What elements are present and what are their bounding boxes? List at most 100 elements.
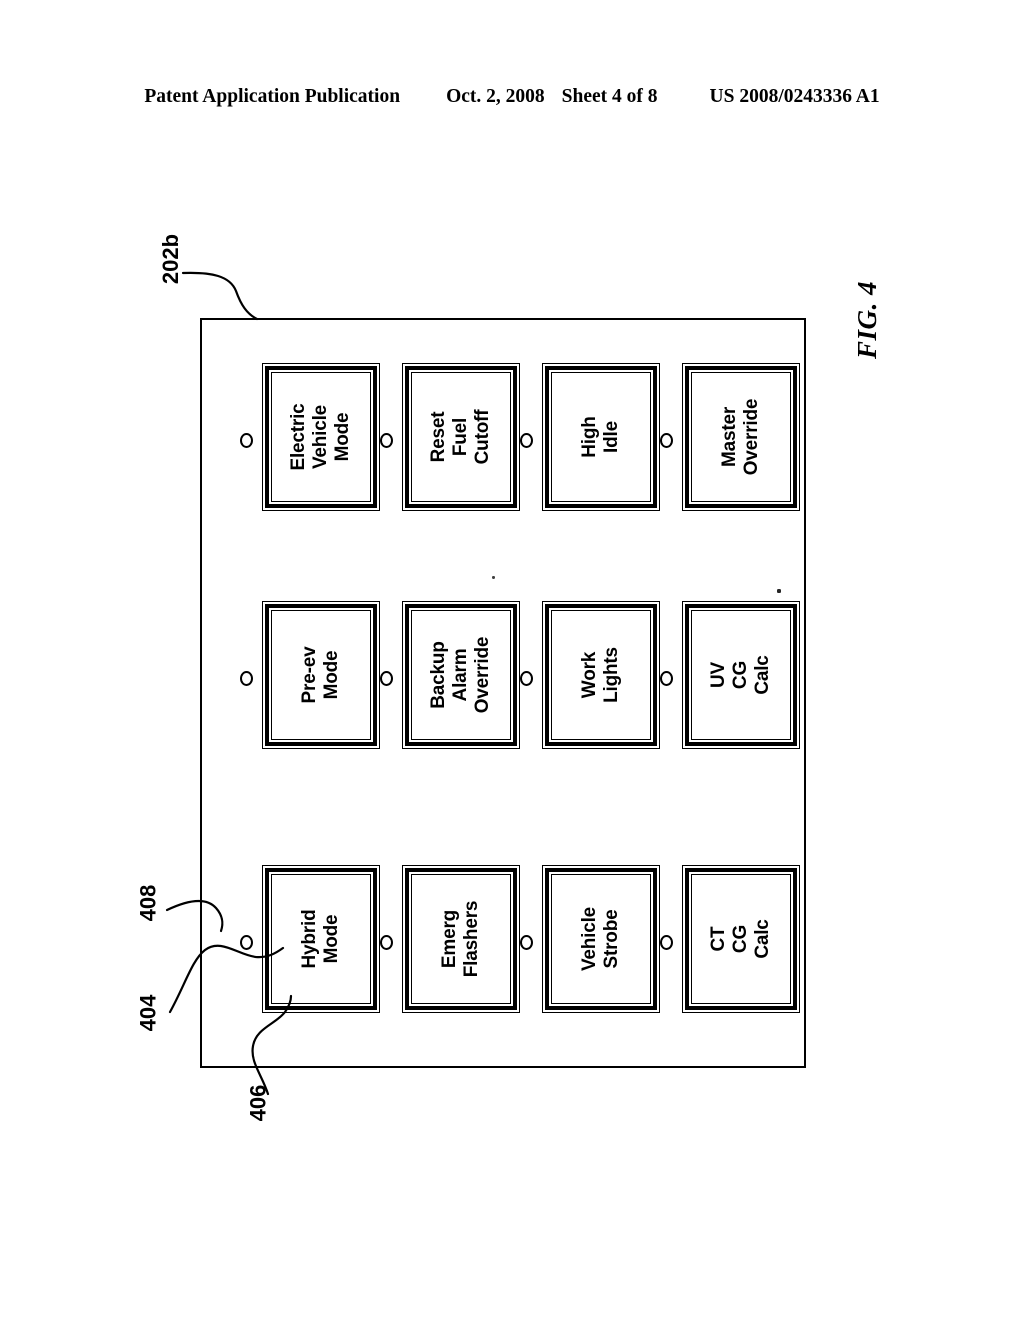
button-face[interactable]: Work Lights <box>552 611 650 739</box>
led-indicator-icon <box>520 935 533 950</box>
button-label: Work Lights <box>552 611 650 739</box>
button-label-line: Reset <box>428 411 449 463</box>
button-inner-frame: CT CG Calc <box>691 874 791 1004</box>
button-face[interactable]: High Idle <box>552 373 650 501</box>
button-label: UV CG Calc <box>692 611 790 739</box>
button-label-line: Override <box>472 636 493 714</box>
button-label-line: Vehicle <box>579 906 600 972</box>
button-pre-ev-mode[interactable]: Pre-ev Mode <box>218 598 380 758</box>
button-face[interactable]: UV CG Calc <box>692 611 790 739</box>
button-face[interactable]: Reset Fuel Cutoff <box>412 373 510 501</box>
button-label-line: CG <box>730 660 751 690</box>
button-label-line: Vehicle <box>310 404 331 470</box>
button-label-line: Lights <box>601 647 622 703</box>
button-label: High Idle <box>552 373 650 501</box>
button-inner-frame: Vehicle Strobe <box>551 874 651 1004</box>
button-label-line: Hybrid <box>299 909 320 969</box>
button-label: Hybrid Mode <box>272 875 370 1003</box>
button-label-line: Override <box>741 398 762 476</box>
button-hybrid-mode[interactable]: Hybrid Mode <box>218 862 380 1022</box>
button-electric-vehicle-mode[interactable]: Electric Vehicle Mode <box>218 360 380 520</box>
led-indicator-icon <box>240 433 253 448</box>
button-label: Electric Vehicle Mode <box>272 373 370 501</box>
button-label-line: High <box>579 416 600 458</box>
button-column-1: Electric Vehicle Mode Reset Fuel Cutoff … <box>202 360 808 520</box>
button-label-line: Alarm <box>450 648 471 702</box>
button-label-line: Flashers <box>461 900 482 978</box>
button-inner-frame: Reset Fuel Cutoff <box>411 372 511 502</box>
button-label-line: CG <box>730 924 751 954</box>
button-label: Emerg Flashers <box>412 875 510 1003</box>
button-label-line: Calc <box>752 919 773 959</box>
button-inner-frame: Pre-ev Mode <box>271 610 371 740</box>
button-label: Vehicle Strobe <box>552 875 650 1003</box>
scan-speck <box>492 576 495 579</box>
button-face[interactable]: Vehicle Strobe <box>552 875 650 1003</box>
button-outer-frame: UV CG Calc <box>682 601 800 749</box>
figure-label: FIG. 4 <box>852 281 882 360</box>
button-face[interactable]: Electric Vehicle Mode <box>272 373 370 501</box>
button-high-idle[interactable]: High Idle <box>498 360 660 520</box>
led-indicator-icon <box>520 433 533 448</box>
led-indicator-icon <box>660 671 673 686</box>
button-label-line: Fuel <box>450 417 471 457</box>
button-face[interactable]: Pre-ev Mode <box>272 611 370 739</box>
leader-line-202b <box>181 271 259 321</box>
reference-numeral-404: 404 <box>135 994 161 1032</box>
button-inner-frame: Work Lights <box>551 610 651 740</box>
button-label-line: Cutoff <box>472 409 493 465</box>
button-label-line: Emerg <box>439 909 460 969</box>
button-inner-frame: UV CG Calc <box>691 610 791 740</box>
button-inner-frame: Master Override <box>691 372 791 502</box>
button-label-line: Mode <box>321 914 342 964</box>
reference-numeral-202b: 202b <box>158 233 184 285</box>
led-indicator-icon <box>520 671 533 686</box>
button-label-line: Electric <box>288 403 309 471</box>
button-emerg-flashers[interactable]: Emerg Flashers <box>358 862 520 1022</box>
button-label: Pre-ev Mode <box>272 611 370 739</box>
button-reset-fuel-cutoff[interactable]: Reset Fuel Cutoff <box>358 360 520 520</box>
led-indicator-icon <box>380 935 393 950</box>
patent-drawing-page: Patent Application Publication Oct. 2, 2… <box>0 0 1024 1320</box>
page-header: Patent Application Publication Oct. 2, 2… <box>0 86 1024 112</box>
button-face[interactable]: Backup Alarm Override <box>412 611 510 739</box>
button-label-line: Calc <box>752 655 773 695</box>
switch-panel-202b: Electric Vehicle Mode Reset Fuel Cutoff … <box>200 318 806 1068</box>
button-label-line: CT <box>708 926 729 952</box>
button-vehicle-strobe[interactable]: Vehicle Strobe <box>498 862 660 1022</box>
header-date: Oct. 2, 2008 <box>446 86 545 107</box>
button-label-line: UV <box>708 662 729 688</box>
header-patent-number: US 2008/0243336 A1 <box>709 86 880 107</box>
button-master-override[interactable]: Master Override <box>638 360 800 520</box>
button-face[interactable]: Emerg Flashers <box>412 875 510 1003</box>
button-face[interactable]: Master Override <box>692 373 790 501</box>
button-label-line: Mode <box>332 412 353 462</box>
button-label-line: Work <box>579 651 600 699</box>
button-ct-cg-calc[interactable]: CT CG Calc <box>638 862 800 1022</box>
reference-numeral-406: 406 <box>245 1084 271 1122</box>
led-indicator-icon <box>380 671 393 686</box>
button-inner-frame: Backup Alarm Override <box>411 610 511 740</box>
button-bezel: CT CG Calc <box>685 868 797 1010</box>
led-indicator-icon <box>380 433 393 448</box>
led-indicator-icon <box>660 433 673 448</box>
button-label: CT CG Calc <box>692 875 790 1003</box>
button-bezel: UV CG Calc <box>685 604 797 746</box>
reference-numeral-408: 408 <box>135 884 161 922</box>
button-label-line: Backup <box>428 641 449 709</box>
button-face[interactable]: Hybrid Mode <box>272 875 370 1003</box>
button-label-line: Strobe <box>601 909 622 969</box>
button-outer-frame: CT CG Calc <box>682 865 800 1013</box>
scan-speck <box>777 589 781 593</box>
button-inner-frame: Emerg Flashers <box>411 874 511 1004</box>
button-face[interactable]: CT CG Calc <box>692 875 790 1003</box>
button-backup-alarm-override[interactable]: Backup Alarm Override <box>358 598 520 758</box>
led-indicator-icon <box>240 935 253 950</box>
button-label-line: Pre-ev <box>299 646 320 704</box>
header-publication: Patent Application Publication <box>144 86 401 107</box>
button-label-line: Master <box>719 406 740 468</box>
button-label: Backup Alarm Override <box>412 611 510 739</box>
button-work-lights[interactable]: Work Lights <box>498 598 660 758</box>
button-uv-cg-calc[interactable]: UV CG Calc <box>638 598 800 758</box>
button-label-line: Idle <box>601 421 622 453</box>
